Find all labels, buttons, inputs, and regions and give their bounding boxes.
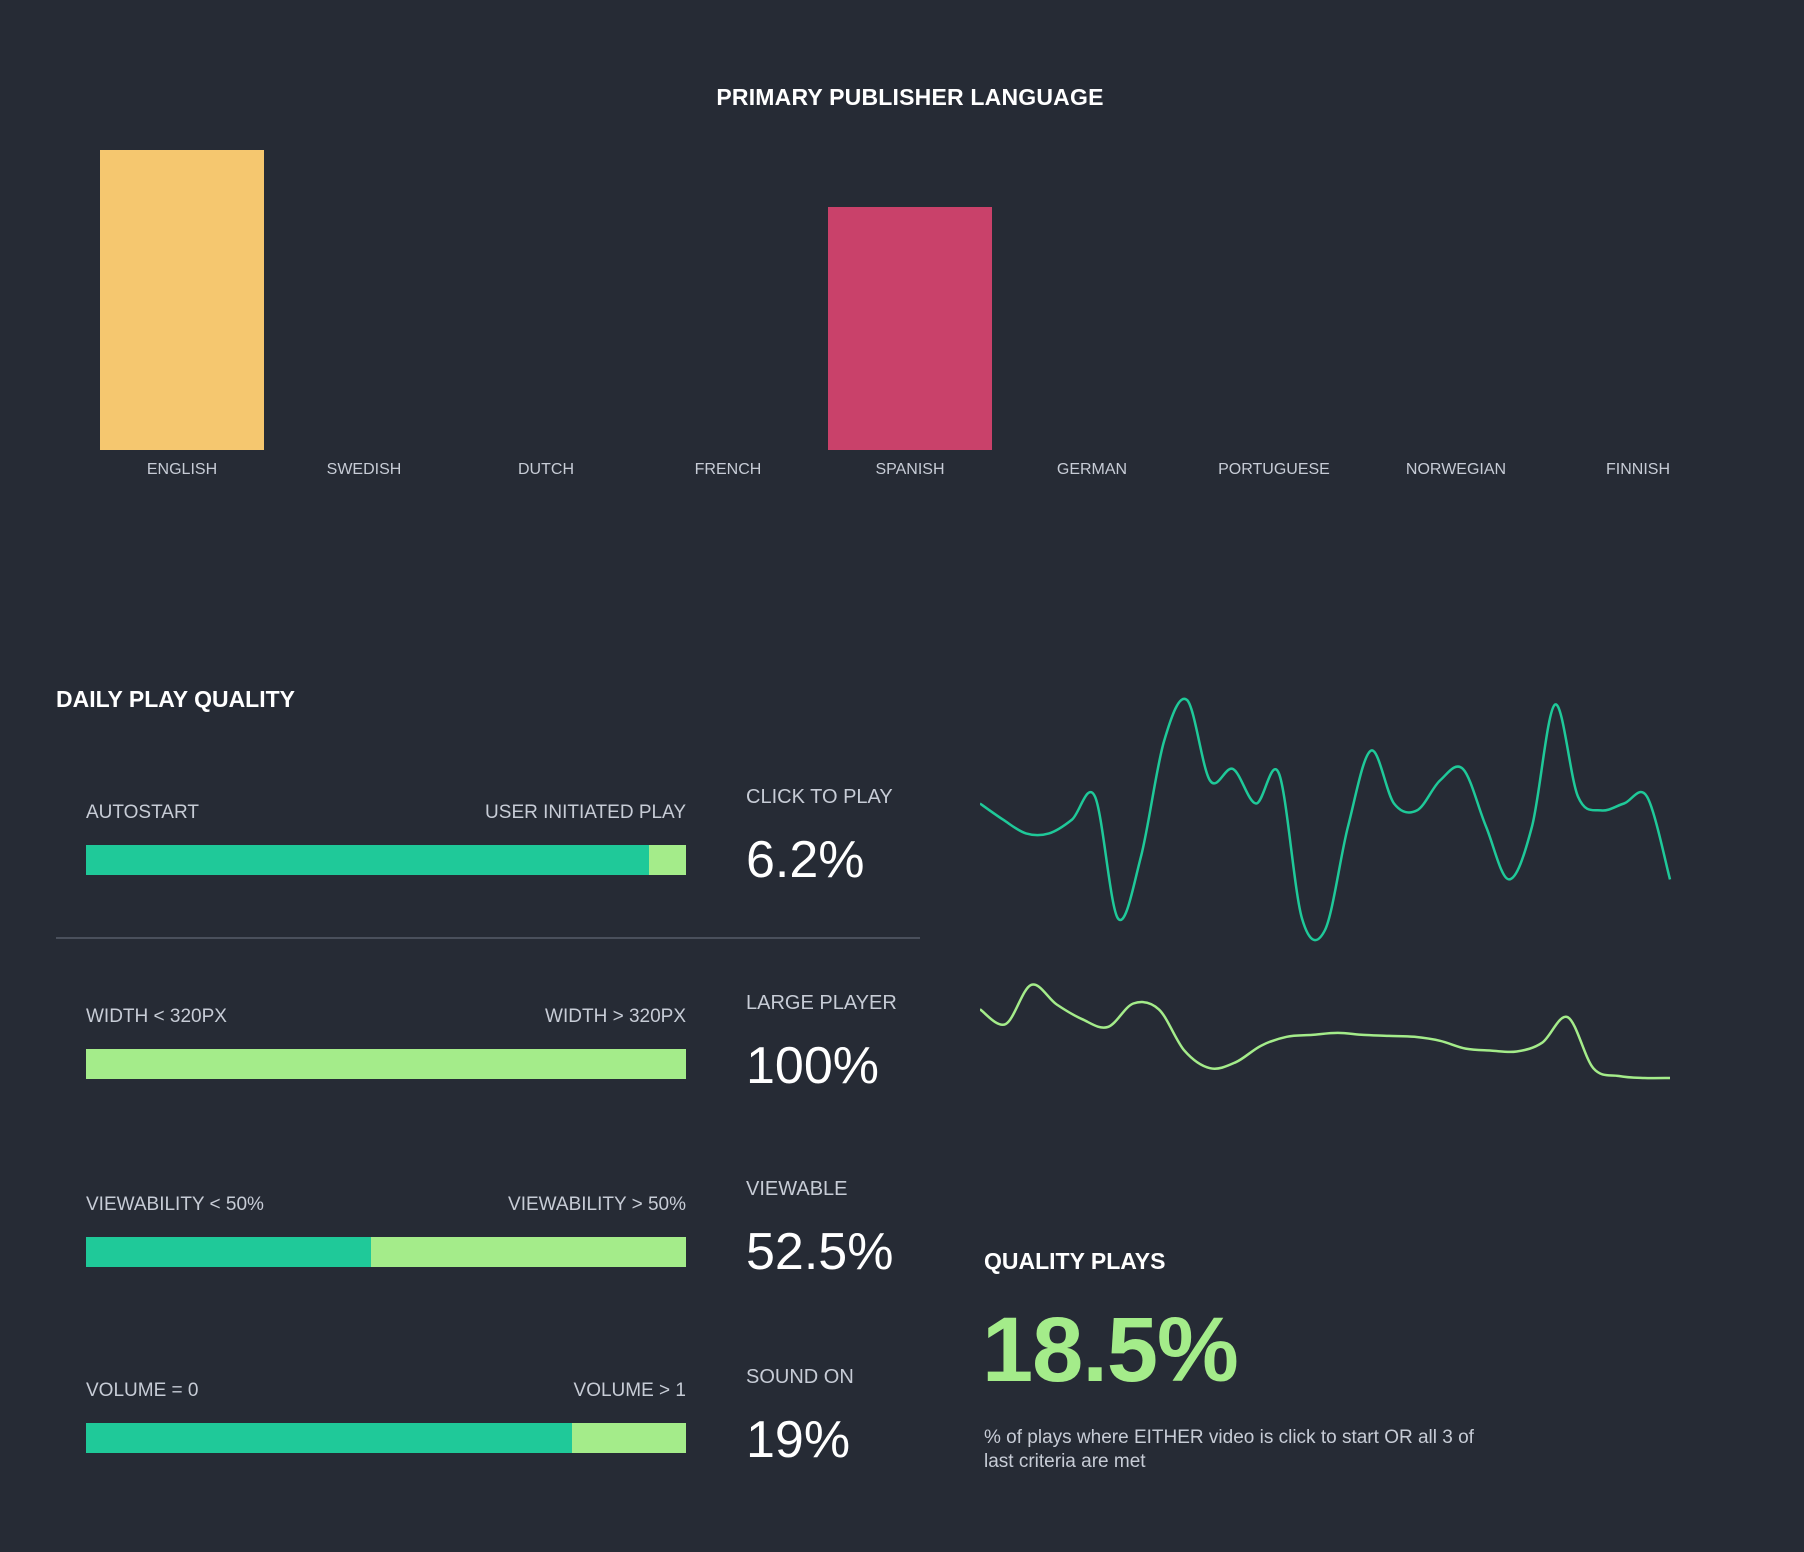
viewable-value: 52.5% bbox=[746, 1223, 894, 1281]
language-chart-title: PRIMARY PUBLISHER LANGUAGE bbox=[716, 84, 1104, 110]
row-volume-right-label: VOLUME > 1 bbox=[573, 1380, 686, 1401]
quality-plays-description: % of plays where EITHER video is click t… bbox=[984, 1427, 1474, 1472]
daily-play-quality-title: DAILY PLAY QUALITY bbox=[56, 686, 296, 712]
row-autostart-right-label: USER INITIATED PLAY bbox=[485, 802, 686, 823]
width-progress-bar bbox=[86, 1049, 686, 1079]
click-to-play-label: CLICK TO PLAY bbox=[746, 786, 893, 808]
row-volume-left-label: VOLUME = 0 bbox=[86, 1380, 199, 1401]
tick-label-german: GERMAN bbox=[1057, 461, 1127, 478]
bar-spanish bbox=[828, 207, 992, 450]
divider bbox=[56, 937, 920, 939]
autostart-progress-bar bbox=[86, 845, 686, 875]
tick-label-english: ENGLISH bbox=[147, 461, 217, 478]
row-autostart-left-label: AUTOSTART bbox=[86, 802, 199, 823]
tick-label-dutch: DUTCH bbox=[518, 461, 574, 478]
bar-english bbox=[100, 150, 264, 450]
tick-label-french: FRENCH bbox=[695, 461, 762, 478]
volume-progress-fill bbox=[86, 1423, 572, 1453]
sparkline-lower bbox=[980, 983, 1671, 1080]
quality-trend-sparklines bbox=[980, 697, 1672, 1080]
sound-on-label: SOUND ON bbox=[746, 1366, 854, 1388]
tick-label-portuguese: PORTUGUESE bbox=[1218, 461, 1330, 478]
large-player-value: 100% bbox=[746, 1037, 879, 1095]
row-viewability-right-label: VIEWABILITY > 50% bbox=[508, 1194, 686, 1215]
large-player-label: LARGE PLAYER bbox=[746, 992, 897, 1014]
quality-plays-value: 18.5% bbox=[982, 1299, 1239, 1401]
sound-on-value: 19% bbox=[746, 1411, 851, 1469]
volume-progress-bar bbox=[86, 1423, 686, 1453]
tick-label-norwegian: NORWEGIAN bbox=[1406, 461, 1506, 478]
sparkline-upper bbox=[980, 697, 1672, 942]
tick-label-spanish: SPANISH bbox=[875, 461, 944, 478]
viewability-progress-bar bbox=[86, 1237, 686, 1267]
language-bar-chart: ENGLISH SWEDISH DUTCH FRENCH SPANISH GERMAN PO… bbox=[100, 150, 1670, 478]
autostart-progress-fill bbox=[86, 845, 649, 875]
click-to-play-value: 6.2% bbox=[746, 831, 865, 889]
tick-label-finnish: FINNISH bbox=[1606, 461, 1670, 478]
viewability-progress-fill bbox=[86, 1237, 371, 1267]
quality-plays-title: QUALITY PLAYS bbox=[984, 1248, 1166, 1274]
row-width-right-label: WIDTH > 320PX bbox=[545, 1006, 686, 1027]
viewable-label: VIEWABLE bbox=[746, 1178, 848, 1200]
tick-label-swedish: SWEDISH bbox=[327, 461, 402, 478]
